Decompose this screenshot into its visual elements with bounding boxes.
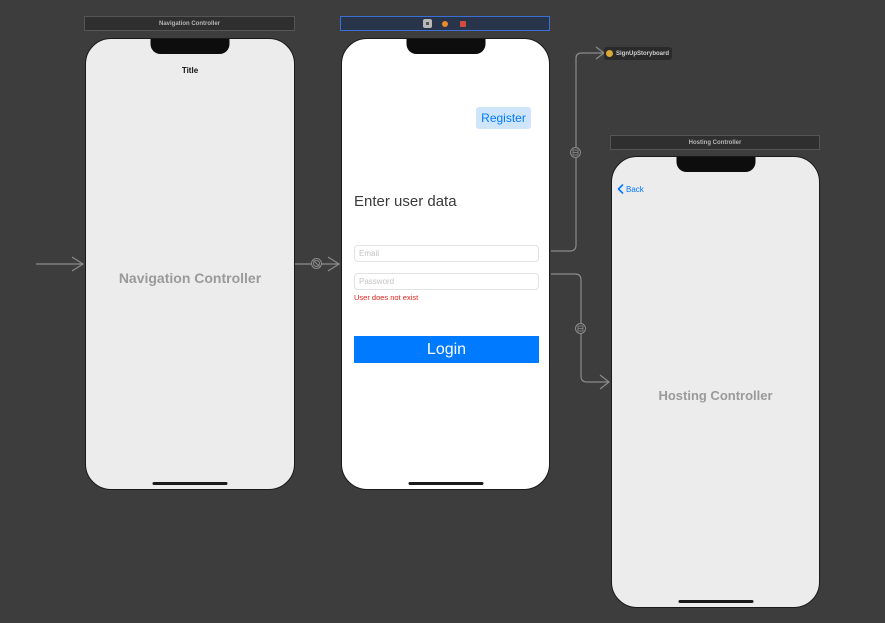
nav-bar-title: Title	[181, 66, 199, 75]
first-responder-icon[interactable]	[441, 19, 450, 28]
view-controller-icon[interactable]	[422, 19, 432, 28]
notch	[676, 157, 755, 172]
login-heading: Enter user data	[354, 193, 457, 210]
notch	[406, 39, 485, 54]
register-label: Register	[481, 111, 526, 125]
home-indicator	[678, 600, 753, 603]
notch	[150, 39, 230, 54]
error-label: User does not exist	[354, 293, 419, 302]
segue-glyph-icon	[577, 325, 584, 332]
email-field[interactable]: Email	[354, 245, 539, 262]
nav-controller-bar-title: Navigation Controller	[158, 20, 220, 27]
signup-storyboard-reference[interactable]: SignUpStoryboard	[604, 47, 672, 60]
hosting-controller-bar-title: Hosting Controller	[688, 139, 742, 146]
back-button[interactable]: Back	[617, 184, 644, 194]
hosting-controller-phone[interactable]: Back Hosting Controller	[611, 156, 820, 608]
nav-controller-phone[interactable]: Title Navigation Controller	[85, 38, 295, 490]
register-button[interactable]: Register	[476, 107, 531, 129]
storyboard-reference-icon	[606, 50, 613, 57]
storyboard-reference-label: SignUpStoryboard	[616, 50, 670, 57]
relationship-segue-icon[interactable]	[311, 258, 322, 269]
login-label: Login	[426, 340, 467, 358]
show-segue-icon-signup[interactable]	[570, 147, 581, 158]
exit-icon[interactable]	[459, 19, 468, 28]
chevron-left-icon	[617, 184, 624, 194]
hosting-controller-scene-bar[interactable]: Hosting Controller	[610, 135, 820, 150]
relationship-glyph-icon	[313, 260, 320, 267]
login-phone[interactable]: Register Enter user data Email Password …	[341, 38, 550, 490]
home-indicator	[408, 482, 483, 485]
login-button[interactable]: Login	[354, 336, 539, 363]
nav-controller-label: Navigation Controller	[118, 270, 262, 286]
nav-controller-scene-bar[interactable]: Navigation Controller	[84, 16, 295, 31]
hosting-controller-label: Hosting Controller	[658, 388, 773, 403]
password-field[interactable]: Password	[354, 273, 539, 290]
segue-glyph-icon	[572, 149, 579, 156]
home-indicator	[152, 482, 228, 485]
show-segue-icon-hosting[interactable]	[575, 323, 586, 334]
back-label: Back	[626, 184, 644, 194]
login-scene-bar[interactable]	[340, 16, 550, 31]
